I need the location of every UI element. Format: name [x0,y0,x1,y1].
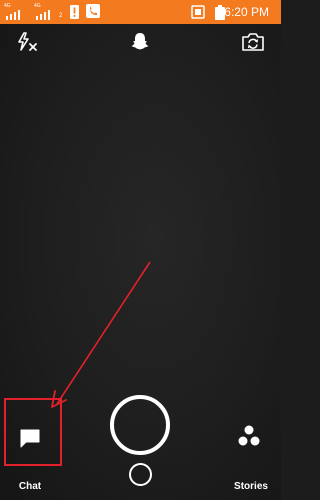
stories-icon[interactable] [236,424,262,448]
capture-button[interactable] [110,395,170,455]
chat-icon [20,429,40,448]
chat-label: Chat [18,481,42,492]
stories-label[interactable]: Stories [228,481,274,492]
memories-button[interactable] [129,463,152,486]
